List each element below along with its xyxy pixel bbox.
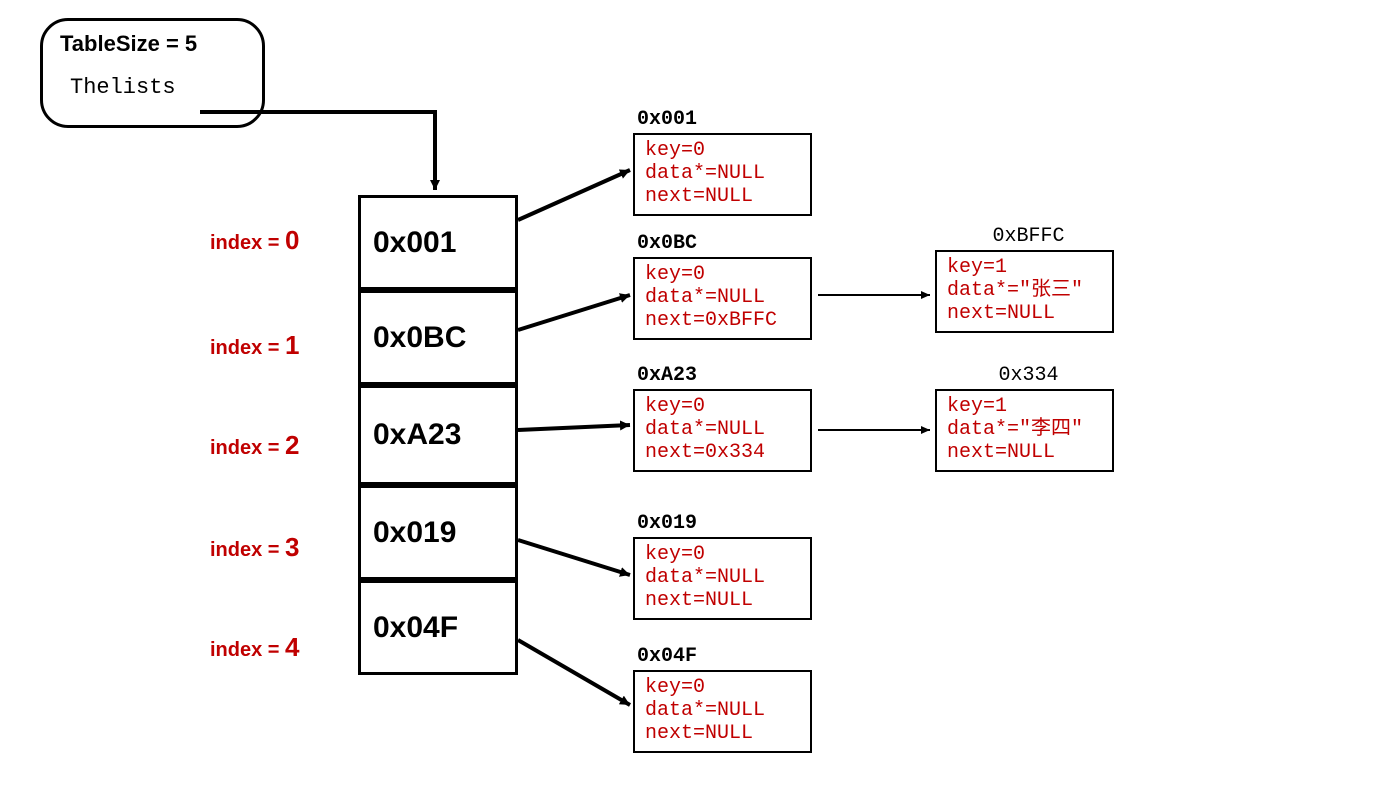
index-value: 3 <box>285 532 299 562</box>
index-value: 0 <box>285 225 299 255</box>
header-box: TableSize = 5 Thelists <box>40 18 265 128</box>
node-next: next=0x334 <box>645 441 800 464</box>
node-address-label: 0x019 <box>637 512 812 535</box>
index-prefix: index = <box>210 437 285 459</box>
thelists-label: Thelists <box>70 75 262 100</box>
node-body: key=0 data*=NULL next=0xBFFC <box>633 257 812 340</box>
index-prefix: index = <box>210 539 285 561</box>
bucket-cell-3: 0x019 <box>358 485 518 580</box>
index-prefix: index = <box>210 337 285 359</box>
node-0x001: 0x001 key=0 data*=NULL next=NULL <box>633 108 812 216</box>
node-data: data*=NULL <box>645 286 800 309</box>
node-key: key=1 <box>947 395 1102 418</box>
bucket-addr: 0x0BC <box>373 321 466 355</box>
node-next: next=NULL <box>947 302 1102 325</box>
node-body: key=0 data*=NULL next=NULL <box>633 537 812 620</box>
node-data: data*=NULL <box>645 162 800 185</box>
node-next: next=NULL <box>645 722 800 745</box>
index-label-3: index = 3 <box>210 532 300 563</box>
node-key: key=0 <box>645 263 800 286</box>
node-key: key=0 <box>645 543 800 566</box>
bucket-addr: 0x04F <box>373 611 458 645</box>
node-address-label: 0xA23 <box>637 364 812 387</box>
node-address-label: 0x001 <box>637 108 812 131</box>
bucket-cell-1: 0x0BC <box>358 290 518 385</box>
bucket-addr: 0x001 <box>373 226 456 260</box>
node-data: data*=NULL <box>645 566 800 589</box>
node-next: next=NULL <box>947 441 1102 464</box>
node-key: key=0 <box>645 395 800 418</box>
bucket-cell-2: 0xA23 <box>358 385 518 485</box>
bucket-cell-0: 0x001 <box>358 195 518 290</box>
node-address-label: 0x04F <box>637 645 812 668</box>
node-body: key=0 data*=NULL next=0x334 <box>633 389 812 472</box>
tablesize-label: TableSize = 5 <box>60 31 262 57</box>
diagram-canvas: TableSize = 5 Thelists index = 0 index =… <box>0 0 1384 786</box>
node-address-label: 0x0BC <box>637 232 812 255</box>
index-label-0: index = 0 <box>210 225 300 256</box>
node-data: data*=NULL <box>645 418 800 441</box>
bucket-cell-4: 0x04F <box>358 580 518 675</box>
node-body: key=1 data*="李四" next=NULL <box>935 389 1114 472</box>
node-key: key=0 <box>645 676 800 699</box>
bucket-addr: 0xA23 <box>373 418 461 452</box>
node-next: next=NULL <box>645 185 800 208</box>
node-0x019: 0x019 key=0 data*=NULL next=NULL <box>633 512 812 620</box>
node-address-label: 0x334 <box>939 364 1118 387</box>
node-0x334: 0x334 key=1 data*="李四" next=NULL <box>935 364 1114 472</box>
node-0xA23: 0xA23 key=0 data*=NULL next=0x334 <box>633 364 812 472</box>
index-label-2: index = 2 <box>210 430 300 461</box>
node-address-label: 0xBFFC <box>939 225 1118 248</box>
node-0x0BC: 0x0BC key=0 data*=NULL next=0xBFFC <box>633 232 812 340</box>
index-value: 1 <box>285 330 299 360</box>
node-body: key=0 data*=NULL next=NULL <box>633 670 812 753</box>
node-0x04F: 0x04F key=0 data*=NULL next=NULL <box>633 645 812 753</box>
index-label-1: index = 1 <box>210 330 300 361</box>
index-prefix: index = <box>210 232 285 254</box>
node-key: key=0 <box>645 139 800 162</box>
node-0xBFFC: 0xBFFC key=1 data*="张三" next=NULL <box>935 225 1114 333</box>
node-next: next=NULL <box>645 589 800 612</box>
node-data: data*="李四" <box>947 418 1102 441</box>
node-data: data*="张三" <box>947 279 1102 302</box>
bucket-addr: 0x019 <box>373 516 456 550</box>
node-next: next=0xBFFC <box>645 309 800 332</box>
index-value: 4 <box>285 632 299 662</box>
index-value: 2 <box>285 430 299 460</box>
node-body: key=0 data*=NULL next=NULL <box>633 133 812 216</box>
node-key: key=1 <box>947 256 1102 279</box>
node-data: data*=NULL <box>645 699 800 722</box>
index-label-4: index = 4 <box>210 632 300 663</box>
index-prefix: index = <box>210 639 285 661</box>
node-body: key=1 data*="张三" next=NULL <box>935 250 1114 333</box>
